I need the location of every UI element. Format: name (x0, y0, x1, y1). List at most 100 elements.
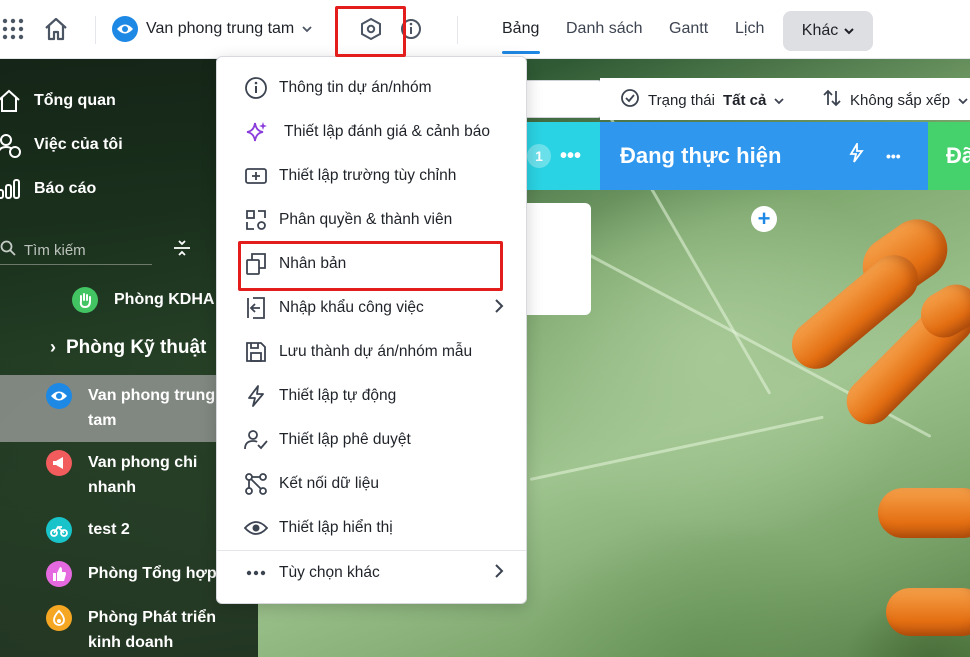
menu-item-custom-fields[interactable]: Thiết lập trường tùy chỉnh (217, 154, 526, 198)
menu-item-label: Nhân bản (279, 255, 347, 272)
sidebar-item-label: Van phong chi (88, 454, 198, 471)
search-placeholder: Tìm kiếm (24, 241, 86, 259)
menu-item-label: Thông tin dự án/nhóm (279, 79, 432, 96)
sort-arrows-icon (822, 88, 842, 112)
menu-item-label: Kết nối dữ liệu (279, 475, 379, 492)
bar-chart-icon (0, 176, 22, 202)
sidebar-item-label: Van phong trung (88, 387, 216, 404)
sidebar-search[interactable]: Tìm kiếm (0, 236, 152, 265)
menu-item-label: Tùy chọn khác (279, 564, 380, 581)
chevron-down-icon (958, 92, 968, 109)
menu-item-automation[interactable]: Thiết lập tự động (217, 374, 526, 418)
apps-grid-icon[interactable] (0, 14, 28, 44)
status-filter[interactable]: Trạng thái Tất cả (620, 88, 784, 112)
sidebar-item-van-phong-chi-nhanh[interactable]: Van phong chi nhanh (46, 450, 197, 500)
menu-item-approval[interactable]: Thiết lập phê duyệt (217, 418, 526, 462)
sidebar-item-phong-kdha[interactable]: Phòng KDHA (72, 287, 214, 313)
more-dots-icon[interactable]: ••• (886, 148, 901, 164)
sort-selector[interactable]: Không sắp xếp (822, 88, 968, 112)
menu-item-save-as-template[interactable]: Lưu thành dự án/nhóm mẫu (217, 330, 526, 374)
floppy-disk-icon (243, 339, 269, 365)
sidebar-item-label: Phòng Phát triển (88, 609, 216, 626)
sidebar-item-phong-tong-hop[interactable]: Phòng Tổng hợp (46, 561, 217, 587)
check-circle-icon (620, 88, 640, 112)
user-approve-icon (243, 427, 269, 453)
menu-item-label: Lưu thành dự án/nhóm mẫu (279, 343, 473, 360)
chevron-right-icon (494, 298, 504, 319)
home-icon[interactable] (41, 14, 71, 44)
settings-dropdown-menu: Thông tin dự án/nhóm Thiết lập đánh giá … (216, 56, 527, 604)
status-filter-label: Trạng thái (648, 91, 715, 109)
sidebar-item-phong-phat-trien[interactable]: Phòng Phát triển kinh doanh (46, 605, 216, 655)
sidebar-item-my-tasks[interactable]: Việc của tôi (0, 132, 123, 158)
user-check-icon (0, 132, 22, 158)
menu-item-label: Nhập khẩu công việc (279, 299, 424, 316)
bicycle-icon (46, 517, 72, 543)
more-dots-icon (243, 560, 269, 586)
menu-item-label: Thiết lập trường tùy chỉnh (279, 167, 457, 184)
more-dots-icon[interactable]: ••• (560, 145, 581, 168)
status-filter-value: Tất cả (722, 91, 767, 109)
collapse-icon[interactable] (172, 238, 192, 263)
menu-item-data-connection[interactable]: Kết nối dữ liệu (217, 462, 526, 506)
column-count-badge: 1 (527, 144, 551, 168)
sidebar-item-label: Tổng quan (34, 92, 116, 109)
eye-icon (112, 16, 138, 42)
menu-item-label: Thiết lập hiển thị (279, 519, 393, 536)
sparkle-icon (243, 119, 269, 145)
sidebar-item-label: Việc của tôi (34, 136, 123, 153)
tab-calendar[interactable]: Lịch (735, 20, 764, 38)
active-tab-indicator (502, 51, 540, 54)
automation-icon[interactable] (848, 140, 866, 169)
flame-icon (46, 605, 72, 631)
qr-members-icon (243, 207, 269, 233)
menu-item-evaluation-alerts[interactable]: Thiết lập đánh giá & cảnh báo (217, 110, 526, 154)
sidebar-item-test-2[interactable]: test 2 (46, 517, 130, 543)
menu-item-project-info[interactable]: Thông tin dự án/nhóm (217, 66, 526, 110)
chevron-right-icon: › (50, 337, 56, 357)
add-task-button[interactable]: + (751, 206, 777, 232)
menu-item-more-options[interactable]: Tùy chọn khác (217, 551, 526, 595)
project-selector[interactable]: Van phong trung tam (112, 14, 312, 44)
sidebar-item-overview[interactable]: Tổng quan (0, 88, 116, 114)
eye-icon (46, 383, 72, 409)
divider (457, 16, 458, 44)
sidebar-group-phong-ky-thuat[interactable]: › Phòng Kỹ thuật (50, 335, 206, 360)
tab-gantt[interactable]: Gantt (669, 20, 708, 38)
menu-item-import-tasks[interactable]: Nhập khẩu công việc (217, 286, 526, 330)
column-title: Đang thực hiện (620, 143, 782, 168)
menu-item-permissions-members[interactable]: Phân quyền & thành viên (217, 198, 526, 242)
column-title: Đã (946, 143, 970, 168)
search-icon (0, 240, 16, 260)
add-field-icon (243, 163, 269, 189)
sidebar-item-label: test 2 (88, 521, 130, 538)
sidebar-item-van-phong-trung-tam[interactable]: Van phong trung tam (46, 383, 215, 433)
eye-icon (243, 515, 269, 541)
more-views-button[interactable]: Khác (783, 11, 873, 51)
sidebar-item-label: Phòng Tổng hợp (88, 565, 217, 582)
sidebar-item-reports[interactable]: Báo cáo (0, 176, 96, 202)
menu-item-display-settings[interactable]: Thiết lập hiển thị (217, 506, 526, 550)
settings-hex-icon[interactable] (356, 14, 386, 44)
tab-list[interactable]: Danh sách (566, 20, 643, 38)
chevron-down-icon (774, 92, 784, 109)
megaphone-icon (46, 450, 72, 476)
more-views-label: Khác (801, 22, 839, 39)
menu-item-label: Thiết lập phê duyệt (279, 431, 411, 448)
info-icon (243, 75, 269, 101)
sidebar-group-label: Phòng Kỹ thuật (66, 337, 207, 358)
column-header-done[interactable]: Đã (928, 122, 970, 190)
top-bar: Van phong trung tam Bảng Danh sách Gantt… (0, 0, 970, 59)
sidebar-item-label: Phòng KDHA (114, 291, 215, 308)
info-icon[interactable] (396, 14, 426, 44)
import-icon (243, 295, 269, 321)
menu-item-label: Phân quyền & thành viên (279, 211, 453, 228)
menu-item-label: Thiết lập đánh giá & cảnh báo (284, 123, 490, 140)
menu-item-duplicate[interactable]: Nhân bản (217, 242, 526, 286)
project-name: Van phong trung tam (146, 20, 295, 37)
tab-board[interactable]: Bảng (502, 20, 539, 38)
sidebar-item-label: Báo cáo (34, 180, 97, 197)
column-header-in-progress[interactable]: Đang thực hiện ••• (600, 122, 928, 190)
sidebar-item-label-line2: tam (88, 412, 117, 429)
chevron-down-icon (302, 20, 312, 38)
